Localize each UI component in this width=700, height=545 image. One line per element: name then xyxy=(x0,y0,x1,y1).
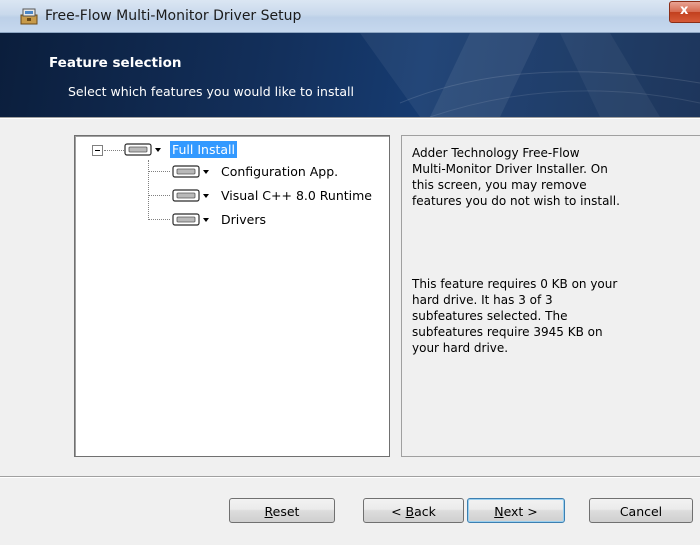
header-banner: Feature selection Select which features … xyxy=(0,33,700,117)
tree-connector xyxy=(148,195,170,196)
description-line: this screen, you may remove xyxy=(412,178,587,192)
reset-mnemonic: R xyxy=(264,504,273,519)
setup-window: Free-Flow Multi-Monitor Driver Setup x F… xyxy=(0,0,700,545)
tree-item-label[interactable]: Visual C++ 8.0 Runtime xyxy=(221,187,372,204)
description-line: your hard drive. xyxy=(412,341,509,355)
reset-label-rest: eset xyxy=(272,504,300,519)
close-button[interactable]: x xyxy=(669,1,700,23)
description-line: features you do not wish to install. xyxy=(412,194,620,208)
back-prefix: < xyxy=(391,504,406,519)
next-label-rest: ext > xyxy=(503,504,538,519)
tree-connector xyxy=(148,160,149,220)
drive-icon[interactable] xyxy=(172,211,212,229)
window-title: Free-Flow Multi-Monitor Driver Setup xyxy=(45,8,302,24)
description-line: subfeatures selected. The xyxy=(412,309,568,323)
drive-icon[interactable] xyxy=(172,187,212,205)
page-subtitle: Select which features you would like to … xyxy=(68,84,354,99)
drive-icon[interactable] xyxy=(172,163,212,181)
description-line: Multi-Monitor Driver Installer. On xyxy=(412,162,608,176)
description-line: Adder Technology Free-Flow xyxy=(412,146,580,160)
feature-tree[interactable]: Full Install Configuration App. Visual C… xyxy=(74,135,390,457)
drive-icon[interactable] xyxy=(124,141,164,159)
description-line: This feature requires 0 KB on your xyxy=(412,277,618,291)
banner-background-art xyxy=(360,33,700,117)
next-button[interactable]: Next > xyxy=(467,498,565,523)
description-line: subfeatures require 3945 KB on xyxy=(412,325,603,339)
feature-description-panel: Adder Technology Free-Flow Multi-Monitor… xyxy=(401,135,700,457)
installer-app-icon xyxy=(20,8,38,25)
tree-connector xyxy=(104,150,124,151)
page-title: Feature selection xyxy=(49,55,182,71)
back-label-rest: ack xyxy=(414,504,436,519)
cancel-button[interactable]: Cancel xyxy=(589,498,693,523)
tree-item-label[interactable]: Full Install xyxy=(170,141,237,158)
tree-connector xyxy=(148,219,170,220)
description-space-requirements: This feature requires 0 KB on your hard … xyxy=(412,276,617,356)
collapse-toggle[interactable] xyxy=(92,145,103,156)
back-mnemonic: B xyxy=(405,504,415,519)
tree-item-label[interactable]: Configuration App. xyxy=(221,163,338,180)
cancel-label: Cancel xyxy=(619,504,663,519)
next-mnemonic: N xyxy=(494,504,504,519)
tree-item-label[interactable]: Drivers xyxy=(221,211,266,228)
back-button[interactable]: < Back xyxy=(363,498,464,523)
header-divider-highlight xyxy=(0,118,700,119)
footer-divider-highlight xyxy=(0,477,700,478)
description-line: hard drive. It has 3 of 3 xyxy=(412,293,553,307)
close-icon: x xyxy=(680,3,689,18)
tree-connector xyxy=(148,171,170,172)
reset-button[interactable]: Reset xyxy=(229,498,335,523)
title-bar[interactable]: Free-Flow Multi-Monitor Driver Setup x xyxy=(0,0,700,33)
description-intro: Adder Technology Free-Flow Multi-Monitor… xyxy=(412,145,620,209)
